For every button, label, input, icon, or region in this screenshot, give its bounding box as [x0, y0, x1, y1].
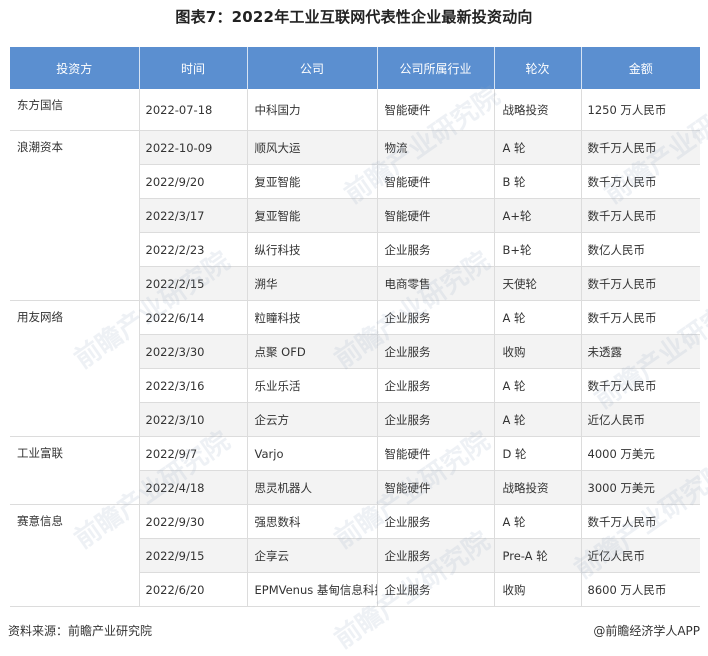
- amount-cell: 3000 万美元: [581, 470, 700, 505]
- date-cell: 2022/2/15: [139, 266, 248, 301]
- date-cell: 2022/9/20: [139, 164, 248, 199]
- industry-cell: 企业服务: [377, 368, 495, 403]
- amount-cell: 近亿人民币: [581, 402, 700, 437]
- table-row: 赛意信息 2022/9/30 强思数科 企业服务 A 轮数千万人民币: [10, 504, 700, 607]
- date-cell: 2022/9/7: [139, 436, 248, 471]
- industry-cell: 企业服务: [377, 504, 495, 539]
- investment-table: 投资方 时间 公司 公司所属行业 轮次 金额 东方国信 2022-07-18 中科国…: [10, 47, 700, 607]
- table-row: 浪潮资本 2022-10-09 顺风大运 物流 A 轮数千万人民币: [10, 130, 700, 301]
- date-cell: 2022/9/15: [139, 538, 248, 573]
- round-cell: 收购: [494, 334, 582, 369]
- date-cell: 2022/3/17: [139, 198, 248, 233]
- company-cell: 强思数科: [247, 504, 378, 539]
- industry-cell: 智能硬件: [377, 436, 495, 471]
- industry-cell: 企业服务: [377, 232, 495, 267]
- date-cell: 2022-07-18: [139, 89, 248, 131]
- investor-cell: 浪潮资本: [10, 130, 140, 301]
- industry-cell: 智能硬件: [377, 470, 495, 505]
- date-cell: 2022/6/20: [139, 572, 248, 607]
- amount-cell: 1250 万人民币: [581, 89, 700, 131]
- amount-cell: 未透露: [581, 334, 700, 369]
- round-cell: 战略投资: [494, 89, 582, 131]
- company-cell: EPMVenus 基甸信息科技: [247, 572, 378, 607]
- source-note: 资料来源：前瞻产业研究院: [8, 624, 153, 638]
- industry-cell: 企业服务: [377, 402, 495, 437]
- industry-cell: 企业服务: [377, 300, 495, 335]
- header-industry: 公司所属行业: [377, 47, 495, 89]
- industry-cell: 企业服务: [377, 538, 495, 573]
- round-cell: A 轮: [494, 504, 582, 539]
- table-row: 工业富联 2022/9/7 Varjo 智能硬件 D 轮 4000 万美元: [10, 436, 700, 505]
- date-cell: 2022/9/30: [139, 504, 248, 539]
- industry-cell: 企业服务: [377, 334, 495, 369]
- amount-cell: 数千万人民币: [581, 266, 700, 301]
- header-round: 轮次: [494, 47, 582, 89]
- header-company: 公司: [247, 47, 378, 89]
- company-cell: 粒瞳科技: [247, 300, 378, 335]
- company-cell: 复亚智能: [247, 164, 378, 199]
- investor-cell: 赛意信息: [10, 504, 140, 607]
- investor-cell: 用友网络: [10, 300, 140, 437]
- amount-cell: 数千万人民币: [581, 504, 700, 539]
- round-cell: 战略投资: [494, 470, 582, 505]
- round-cell: A 轮: [494, 402, 582, 437]
- date-cell: 2022/2/23: [139, 232, 248, 267]
- company-cell: 顺风大运: [247, 130, 378, 165]
- round-cell: A 轮: [494, 130, 582, 165]
- brand-note: @前瞻经济学人APP: [593, 624, 700, 638]
- round-cell: B+轮: [494, 232, 582, 267]
- table-body: 东方国信 2022-07-18 中科国力 智能硬件 战略投资 1250 万人民币 浪潮资本 2…: [10, 89, 700, 607]
- company-cell: 中科国力: [247, 89, 378, 131]
- date-cell: 2022/4/18: [139, 470, 248, 505]
- date-cell: 2022-10-09: [139, 130, 248, 165]
- round-cell: A 轮: [494, 300, 582, 335]
- industry-cell: 智能硬件: [377, 164, 495, 199]
- amount-cell: 数千万人民币: [581, 368, 700, 403]
- round-cell: 收购: [494, 572, 582, 607]
- company-cell: 企云方: [247, 402, 378, 437]
- amount-cell: 8600 万人民币: [581, 572, 700, 607]
- company-cell: 点聚 OFD: [247, 334, 378, 369]
- amount-cell: 数亿人民币: [581, 232, 700, 267]
- company-cell: 溯华: [247, 266, 378, 301]
- company-cell: 乐业乐活: [247, 368, 378, 403]
- industry-cell: 企业服务: [377, 572, 495, 607]
- date-cell: 2022/3/10: [139, 402, 248, 437]
- investor-cell: 工业富联: [10, 436, 140, 505]
- round-cell: A+轮: [494, 198, 582, 233]
- header-investor: 投资方: [10, 47, 140, 89]
- table-row: 用友网络 2022/6/14 粒瞳科技 企业服务 A 轮数千万人民币: [10, 300, 700, 437]
- amount-cell: 4000 万美元: [581, 436, 700, 471]
- amount-cell: 近亿人民币: [581, 538, 700, 573]
- investor-cell: 东方国信: [10, 89, 140, 131]
- amount-cell: 数千万人民币: [581, 198, 700, 233]
- industry-cell: 物流: [377, 130, 495, 165]
- company-cell: 复亚智能: [247, 198, 378, 233]
- industry-cell: 智能硬件: [377, 89, 495, 131]
- company-cell: 思灵机器人: [247, 470, 378, 505]
- date-cell: 2022/6/14: [139, 300, 248, 335]
- date-cell: 2022/3/16: [139, 368, 248, 403]
- date-cell: 2022/3/30: [139, 334, 248, 369]
- table-row: 东方国信 2022-07-18 中科国力 智能硬件 战略投资 1250 万人民币: [10, 89, 700, 131]
- header-date: 时间: [139, 47, 248, 89]
- round-cell: 天使轮: [494, 266, 582, 301]
- industry-cell: 电商零售: [377, 266, 495, 301]
- amount-cell: 数千万人民币: [581, 164, 700, 199]
- company-cell: 纵行科技: [247, 232, 378, 267]
- table-header-row: 投资方 时间 公司 公司所属行业 轮次 金额: [10, 47, 700, 89]
- header-amount: 金额: [581, 47, 700, 89]
- company-cell: 企享云: [247, 538, 378, 573]
- round-cell: A 轮: [494, 368, 582, 403]
- amount-cell: 数千万人民币: [581, 300, 700, 335]
- chart-title: 图表7：2022年工业互联网代表性企业最新投资动向: [175, 8, 533, 26]
- company-cell: Varjo: [247, 436, 378, 471]
- round-cell: Pre-A 轮: [494, 538, 582, 573]
- amount-cell: 数千万人民币: [581, 130, 700, 165]
- round-cell: B 轮: [494, 164, 582, 199]
- round-cell: D 轮: [494, 436, 582, 471]
- industry-cell: 智能硬件: [377, 198, 495, 233]
